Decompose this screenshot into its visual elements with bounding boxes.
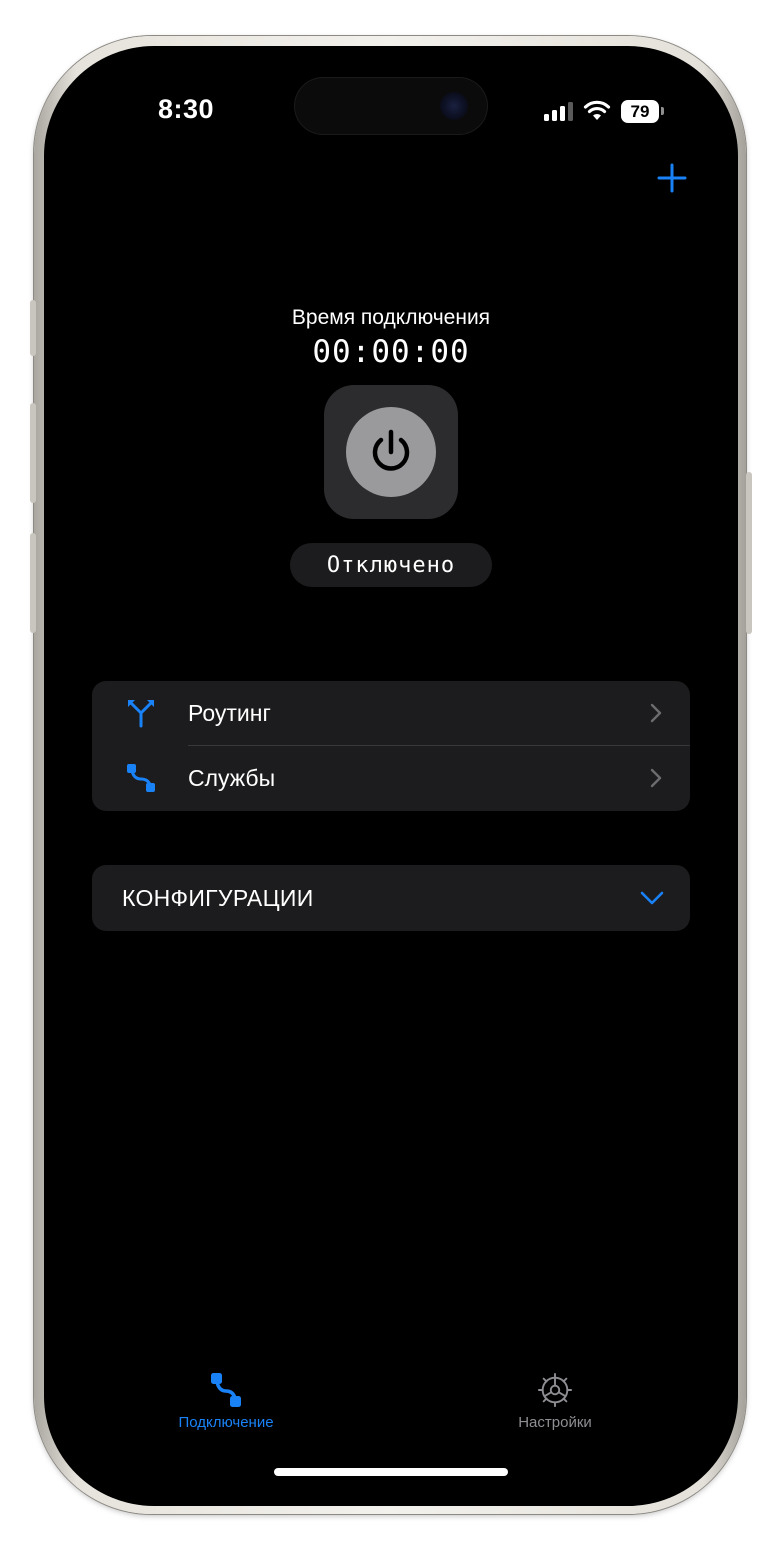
volume-up-button	[30, 403, 36, 503]
menu-item-routing[interactable]: Роутинг	[92, 681, 690, 746]
tab-settings[interactable]: Настройки	[470, 1371, 640, 1441]
app-screen: 8:30 79 Время подключения 00:00:00 Отклю…	[60, 60, 722, 1492]
action-button	[30, 300, 36, 356]
connection-status-badge: Отключено	[290, 543, 492, 587]
menu-item-label: Роутинг	[188, 700, 271, 726]
tab-label: Подключение	[178, 1414, 274, 1431]
connection-timer: 00:00:00	[312, 334, 470, 370]
connection-icon	[211, 1373, 241, 1407]
menu-group: Роутинг Службы	[92, 681, 690, 811]
tab-label: Настройки	[518, 1414, 592, 1431]
routing-icon	[128, 700, 154, 728]
home-indicator[interactable]	[274, 1468, 508, 1476]
chevron-right-icon	[650, 703, 662, 723]
power-circle	[346, 407, 436, 497]
power-icon	[372, 429, 410, 471]
configurations-section[interactable]: КОНФИГУРАЦИИ	[92, 865, 690, 931]
dynamic-island	[294, 77, 488, 135]
chevron-right-icon	[650, 768, 662, 788]
front-camera	[440, 92, 468, 120]
side-button	[746, 472, 752, 634]
battery-icon: 79	[621, 99, 664, 123]
volume-down-button	[30, 533, 36, 633]
services-icon	[127, 764, 155, 792]
chevron-down-icon[interactable]	[640, 891, 664, 905]
connection-time-label: Время подключения	[291, 306, 491, 329]
plus-icon[interactable]	[654, 160, 690, 196]
menu-item-label: Службы	[188, 765, 276, 791]
configurations-label: КОНФИГУРАЦИИ	[122, 885, 314, 911]
menu-item-services[interactable]: Службы	[92, 746, 690, 811]
tab-bar: Подключение Настройки	[60, 1365, 722, 1445]
battery-level: 79	[621, 99, 659, 123]
status-time: 8:30	[158, 94, 215, 124]
wifi-icon	[583, 100, 611, 120]
tab-connection[interactable]: Подключение	[141, 1371, 311, 1441]
cellular-signal-icon	[544, 101, 573, 121]
status-icons: 79	[544, 98, 664, 124]
gear-icon	[537, 1372, 573, 1408]
power-button[interactable]	[324, 385, 458, 519]
